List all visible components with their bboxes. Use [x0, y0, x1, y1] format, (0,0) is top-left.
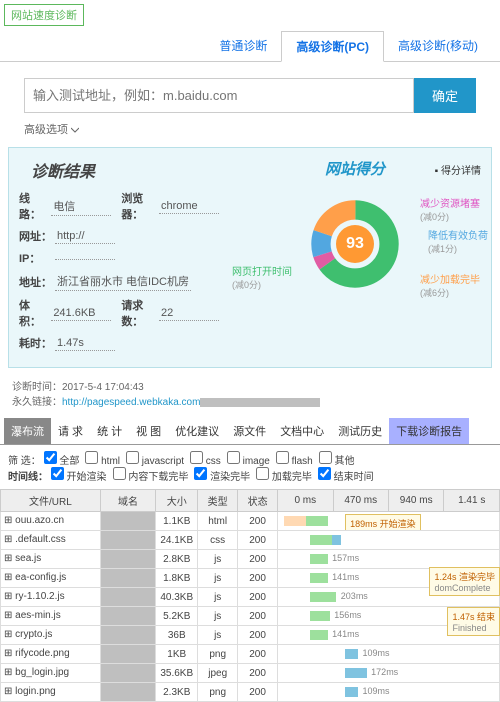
- filter-type[interactable]: 其他: [319, 456, 355, 467]
- result-title: 诊断结果: [31, 158, 219, 182]
- table-row[interactable]: ⊞ rifycode.png 1KBpng200 109ms: [1, 645, 500, 664]
- col-header[interactable]: 状态: [238, 490, 278, 512]
- top-tab[interactable]: 普通诊断: [205, 31, 281, 60]
- timeline-label: 时间线：: [8, 472, 48, 483]
- section-tab[interactable]: 源文件: [226, 418, 273, 444]
- col-header[interactable]: 470 ms: [333, 490, 388, 512]
- col-header[interactable]: 0 ms: [278, 490, 333, 512]
- section-tabs: 瀑布流请 求统 计视 图优化建议源文件文档中心测试历史下载诊断报告: [0, 418, 500, 445]
- url-input[interactable]: [24, 78, 414, 113]
- score-value: 93: [336, 225, 374, 263]
- section-tab[interactable]: 瀑布流: [4, 418, 51, 444]
- table-row[interactable]: ⊞ bg_login.jpg 35.6KBjpeg200 172ms: [1, 664, 500, 683]
- permalink-label: 永久链接：: [12, 397, 62, 408]
- section-tab[interactable]: 优化建议: [168, 418, 226, 444]
- col-header[interactable]: 域名: [100, 490, 155, 512]
- table-row[interactable]: ⊞ ry-1.10.2.js 40.3KBjs200 203ms: [1, 588, 500, 607]
- top-tab[interactable]: 高级诊断(移动): [384, 31, 492, 60]
- diag-time: 2017-5-4 17:04:43: [62, 382, 144, 393]
- filter-type[interactable]: html: [85, 456, 120, 467]
- result-value: 浙江省丽水市 电信IDC机房: [55, 272, 191, 291]
- filter-time[interactable]: 开始渲染: [51, 472, 107, 483]
- filter-time[interactable]: 结束时间: [318, 472, 374, 483]
- filter-time[interactable]: 内容下载完毕: [113, 472, 189, 483]
- filter-time[interactable]: 渲染完毕: [194, 472, 250, 483]
- result-value: http://: [55, 229, 115, 244]
- result-value: 241.6KB: [51, 306, 111, 321]
- filter-time[interactable]: 加载完毕: [256, 472, 312, 483]
- table-row[interactable]: ⊞ login.png 2.3KBpng200 109ms: [1, 683, 500, 702]
- col-header[interactable]: 类型: [198, 490, 238, 512]
- page-title: 网站速度诊断: [4, 4, 84, 26]
- waterfall-table: 文件/URL域名大小类型状态0 ms470 ms940 ms1.41 s ⊞ o…: [0, 489, 500, 702]
- table-row[interactable]: ⊞ aes-min.js 5.2KBjs200 156ms: [1, 607, 500, 626]
- section-tab[interactable]: 测试历史: [331, 418, 389, 444]
- filter-type[interactable]: image: [227, 456, 270, 467]
- table-row[interactable]: ⊞ ea-config.js 1.8KBjs200 141ms: [1, 569, 500, 588]
- filter-type[interactable]: 全部: [44, 456, 80, 467]
- section-tab[interactable]: 统 计: [90, 418, 129, 444]
- result-value: 1.47s: [55, 336, 115, 351]
- diag-time-label: 诊断时间：: [12, 382, 62, 393]
- filter-type[interactable]: javascript: [126, 456, 184, 467]
- advanced-options[interactable]: 高级选项: [24, 121, 476, 137]
- table-row[interactable]: ⊞ ouu.azo.cn 1.1KBhtml200 189ms 开始渲染domL…: [1, 512, 500, 531]
- filter-type[interactable]: flash: [276, 456, 313, 467]
- table-row[interactable]: ⊞ crypto.js 36Bjs200 141ms: [1, 626, 500, 645]
- col-header[interactable]: 文件/URL: [1, 490, 101, 512]
- col-header[interactable]: 1.41 s: [444, 490, 500, 512]
- submit-button[interactable]: 确定: [414, 78, 476, 113]
- result-value: 电信: [51, 197, 111, 216]
- section-tab[interactable]: 下载诊断报告: [389, 418, 469, 444]
- permalink[interactable]: http://pagespeed.webkaka.com: [62, 397, 200, 408]
- col-header[interactable]: 大小: [156, 490, 198, 512]
- score-detail-link[interactable]: ▪ 得分详情: [435, 162, 481, 177]
- top-tab[interactable]: 高级诊断(PC): [281, 31, 384, 62]
- col-header[interactable]: 940 ms: [388, 490, 443, 512]
- section-tab[interactable]: 请 求: [51, 418, 90, 444]
- table-row[interactable]: ⊞ .default.css 24.1KBcss200: [1, 531, 500, 550]
- table-row[interactable]: ⊞ sea.js 2.8KBjs200 157ms: [1, 550, 500, 569]
- section-tab[interactable]: 文档中心: [273, 418, 331, 444]
- result-value: [55, 257, 115, 260]
- chevron-down-icon: [71, 126, 79, 134]
- section-tab[interactable]: 视 图: [129, 418, 168, 444]
- top-tabs: 普通诊断高级诊断(PC)高级诊断(移动): [0, 30, 500, 62]
- score-donut: 93 减少资源堵塞(减0分)降低有效负荷(减1分)减少加载完毕(减6分)网页打开…: [310, 199, 400, 289]
- filter-label: 筛 选：: [8, 456, 41, 467]
- filter-type[interactable]: css: [190, 456, 221, 467]
